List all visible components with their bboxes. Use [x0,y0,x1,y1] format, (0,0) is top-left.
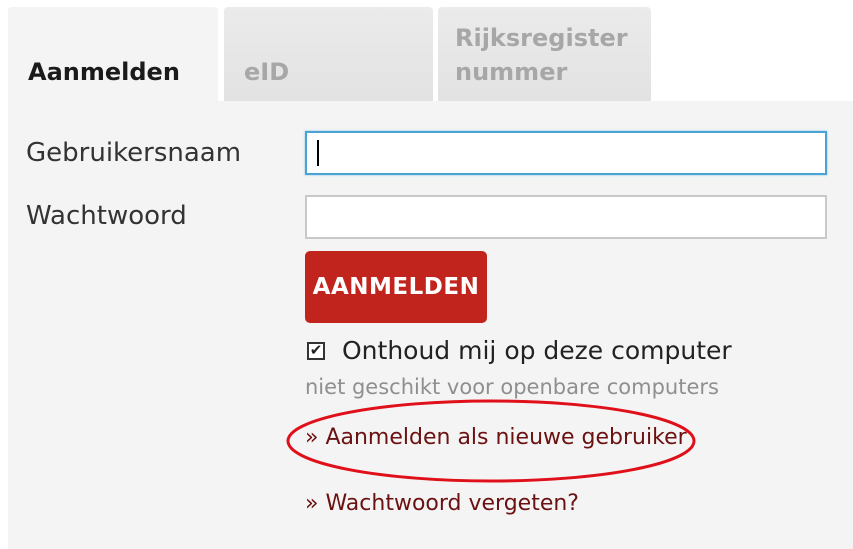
text-caret [317,140,319,166]
tab-eid-label: eID [244,58,290,86]
forgot-password-link[interactable]: » Wachtwoord vergeten? [305,491,579,516]
username-label: Gebruikersnaam [26,138,242,168]
tab-aanmelden[interactable]: Aanmelden [8,7,218,101]
username-input[interactable] [305,131,827,175]
remember-me-row[interactable]: ✔ Onthoud mij op deze computer [307,336,732,365]
tab-rijksregisternummer[interactable]: Rijksregister nummer [438,7,651,101]
login-tabs: Aanmelden eID Rijksregister nummer [0,0,853,101]
remember-me-label: Onthoud mij op deze computer [342,336,732,365]
register-new-user-link[interactable]: » Aanmelden als nieuwe gebruiker [305,425,687,450]
password-label: Wachtwoord [26,201,187,231]
tab-rijksregisternummer-label: Rijksregister nummer [455,21,628,89]
tab-rr-line1: Rijksregister [455,24,628,52]
login-button[interactable]: AANMELDEN [305,251,487,323]
tab-aanmelden-label: Aanmelden [28,58,180,86]
remember-me-checkbox[interactable]: ✔ [307,341,325,360]
tab-rr-line2: nummer [455,58,568,86]
remember-me-note: niet geschikt voor openbare computers [305,375,719,399]
tab-eid[interactable]: eID [224,7,433,101]
checkmark-icon: ✔ [309,341,323,359]
password-input[interactable] [305,195,827,239]
